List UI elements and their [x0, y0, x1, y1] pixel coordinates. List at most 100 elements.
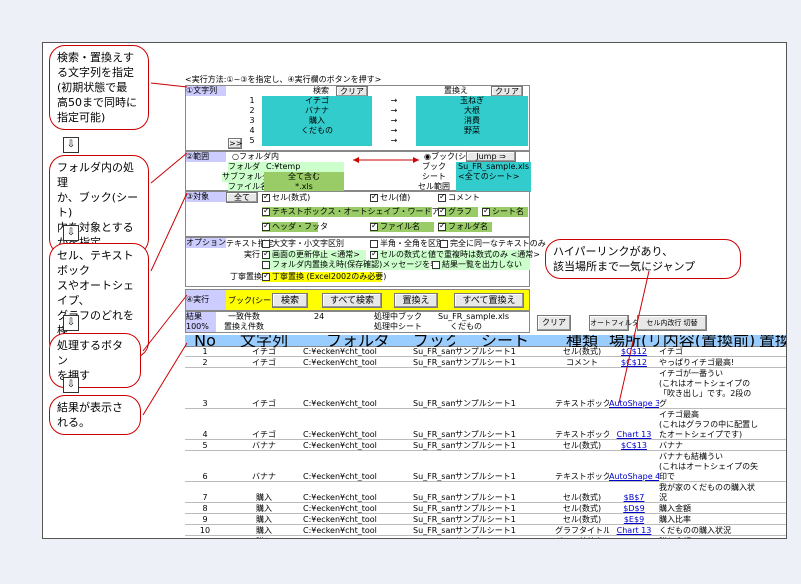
graph-label: グラフ [448, 207, 472, 216]
cell-c: くだものの購入状況 [659, 526, 731, 535]
search-string-cell[interactable]: バナナ [262, 106, 372, 116]
cell-no: 3 [202, 399, 208, 408]
cell-sh: サンプルシート1 [455, 493, 516, 502]
location-link[interactable]: AutoShape 4 [609, 472, 659, 482]
jump-button[interactable]: Jump ⇒ [466, 151, 516, 162]
column-header[interactable]: No [185, 335, 225, 347]
row-number: 2 [249, 106, 255, 115]
cell-k: グラフ値軸タイトル [555, 537, 609, 538]
cell-c: イチゴ最高 (これはグラフの中に配置し たオートシェイプです) [659, 410, 759, 439]
fullmatch-checkbox[interactable] [440, 239, 448, 248]
location-link[interactable]: Chart 13 [609, 430, 659, 440]
careful-checkbox[interactable] [262, 271, 270, 281]
replace-string-cell[interactable]: 玉ねぎ [416, 96, 528, 106]
textbox-checkbox[interactable] [262, 206, 270, 216]
confirm-checkbox[interactable] [262, 260, 270, 269]
cell-no: 9 [202, 515, 208, 524]
location-link[interactable]: $C$13 [609, 441, 659, 451]
halfwidth-label: 半角・全角を区別 [380, 239, 444, 248]
callout-hyperlink: ハイパーリンクがあり、 該当場所まで一気にジャンプ [545, 239, 741, 279]
cell-s: 購入 [256, 504, 272, 513]
header-checkbox[interactable] [262, 221, 270, 231]
subfolder-label: サブフォルダ [222, 172, 270, 182]
sheetname-checkbox[interactable] [482, 206, 490, 216]
location-link[interactable]: $C$12 [609, 358, 659, 368]
location-link[interactable]: $E$9 [609, 515, 659, 525]
cell-f: C:¥ecken¥cht_tool [303, 358, 377, 367]
search-string-cell[interactable]: くだもの [262, 126, 372, 136]
section-target: ③対象 全て セル(数式) セル(値) コメント テキストボックス・オートシェイ… [185, 191, 530, 237]
cell-no: 2 [202, 358, 208, 367]
table-row: 6 バナナ C:¥ecken¥cht_tool Su_FR_sam サンプルシート1 テキ… [185, 452, 786, 482]
location-link[interactable]: AutoShape 3 [609, 399, 659, 409]
subfolder-value[interactable]: 全て含む [264, 172, 344, 182]
filename-checkbox[interactable] [370, 221, 378, 231]
folder-radio[interactable]: ○フォルダ内 [232, 152, 279, 162]
formula-only-checkbox[interactable] [370, 249, 378, 259]
replace-arrow: → [390, 96, 398, 105]
replace-arrow: → [390, 106, 398, 115]
cell-s: 購入 [256, 493, 272, 502]
cell-b: Su_FR_sam [413, 347, 455, 356]
search-button[interactable]: 検索 [272, 293, 308, 308]
careful-text: 丁寧置換 (Excel2002のみ必要) [272, 272, 387, 281]
column-header[interactable]: 置換 [759, 335, 786, 347]
location-link[interactable]: $D$9 [609, 504, 659, 514]
cell-value-checkbox[interactable] [370, 192, 378, 202]
replace-string-cell[interactable] [416, 136, 528, 146]
column-header[interactable]: ブック [413, 335, 455, 347]
column-header[interactable]: 種類 [555, 335, 609, 347]
location-link[interactable]: Chart 13 [609, 537, 659, 538]
replace-string-cell[interactable]: 消費 [416, 116, 528, 126]
comment-checkbox[interactable] [438, 192, 446, 202]
cell-k: セル(数式) [562, 347, 602, 356]
column-header[interactable]: 文字列 [225, 335, 303, 347]
execute-label: ④実行 [186, 290, 226, 310]
autofilter-button[interactable]: オートフィルタ [589, 315, 639, 331]
search-all-button[interactable]: すべて検索 [322, 293, 382, 308]
sheet-value[interactable]: <全てのシート> [456, 172, 531, 182]
cell-k: セル(数式) [562, 504, 602, 513]
result-clear-button[interactable]: クリア [537, 315, 571, 331]
within-cell-toggle-button[interactable]: セル内改行 切替 [637, 315, 707, 331]
cell-f: C:¥ecken¥cht_tool [303, 347, 377, 356]
cell-formula-checkbox[interactable] [262, 192, 270, 202]
table-row: 11購入C:¥ecken¥cht_toolSu_FR_samサンプルシート1グラ… [185, 537, 786, 538]
search-string-cell[interactable] [262, 136, 372, 146]
replace-all-button[interactable]: すべて置換え [454, 293, 524, 308]
table-row: 8 購入 C:¥ecken¥cht_tool Su_FR_sam サンプルシート1 セル(… [185, 504, 786, 514]
column-header[interactable]: 場所(リンク) [609, 335, 659, 347]
cell-b: Su_FR_sam [413, 472, 455, 481]
cell-k: テキストボックス・シェイ [555, 472, 609, 481]
row-number: 3 [249, 116, 255, 125]
column-header[interactable]: 内容(置換前) [659, 335, 759, 347]
screen-update-checkbox[interactable] [262, 249, 270, 259]
replace-string-cell[interactable]: 野菜 [416, 126, 528, 136]
result-list-checkbox[interactable] [432, 260, 440, 269]
location-link[interactable]: $C$12 [609, 347, 659, 357]
cell-s: バナナ [252, 472, 276, 481]
expand-button[interactable]: >> [228, 138, 242, 149]
halfwidth-checkbox[interactable] [370, 239, 378, 248]
replace-string-cell[interactable]: 大根 [416, 106, 528, 116]
select-all-button[interactable]: 全て [226, 192, 258, 203]
replace-button[interactable]: 置換え [394, 293, 438, 308]
graph-checkbox[interactable] [438, 206, 446, 216]
foldername-checkbox[interactable] [438, 221, 446, 231]
search-string-cell[interactable]: イチゴ [262, 96, 372, 106]
column-header[interactable]: フォルダ [303, 335, 413, 347]
cell-c: バナナも結構うい (これはオートシェイプの矢印で す。グループ化です。) [659, 452, 759, 481]
location-link[interactable]: Chart 13 [609, 526, 659, 536]
cell-s: イチゴ [252, 430, 276, 439]
replace-arrow: → [390, 126, 398, 135]
folder-value[interactable]: C:¥temp [264, 162, 344, 172]
column-header[interactable]: シート [455, 335, 555, 347]
section-strings: ①文字列 検索 クリア 置換え クリア 1 イチゴ → 玉ねぎ 2 バナナ → 大根 3 購入 → 消… [185, 85, 530, 151]
cell-sh: サンプルシート1 [455, 347, 516, 356]
search-string-cell[interactable]: 購入 [262, 116, 372, 126]
cell-c: やっぱりイチゴ最高! [659, 358, 735, 367]
location-link[interactable]: $B$7 [609, 493, 659, 503]
cell-k: テキストボックス・シェイ [555, 430, 609, 439]
book-value[interactable]: Su_FR_sample.xls [456, 162, 531, 172]
case-checkbox[interactable] [262, 239, 270, 248]
